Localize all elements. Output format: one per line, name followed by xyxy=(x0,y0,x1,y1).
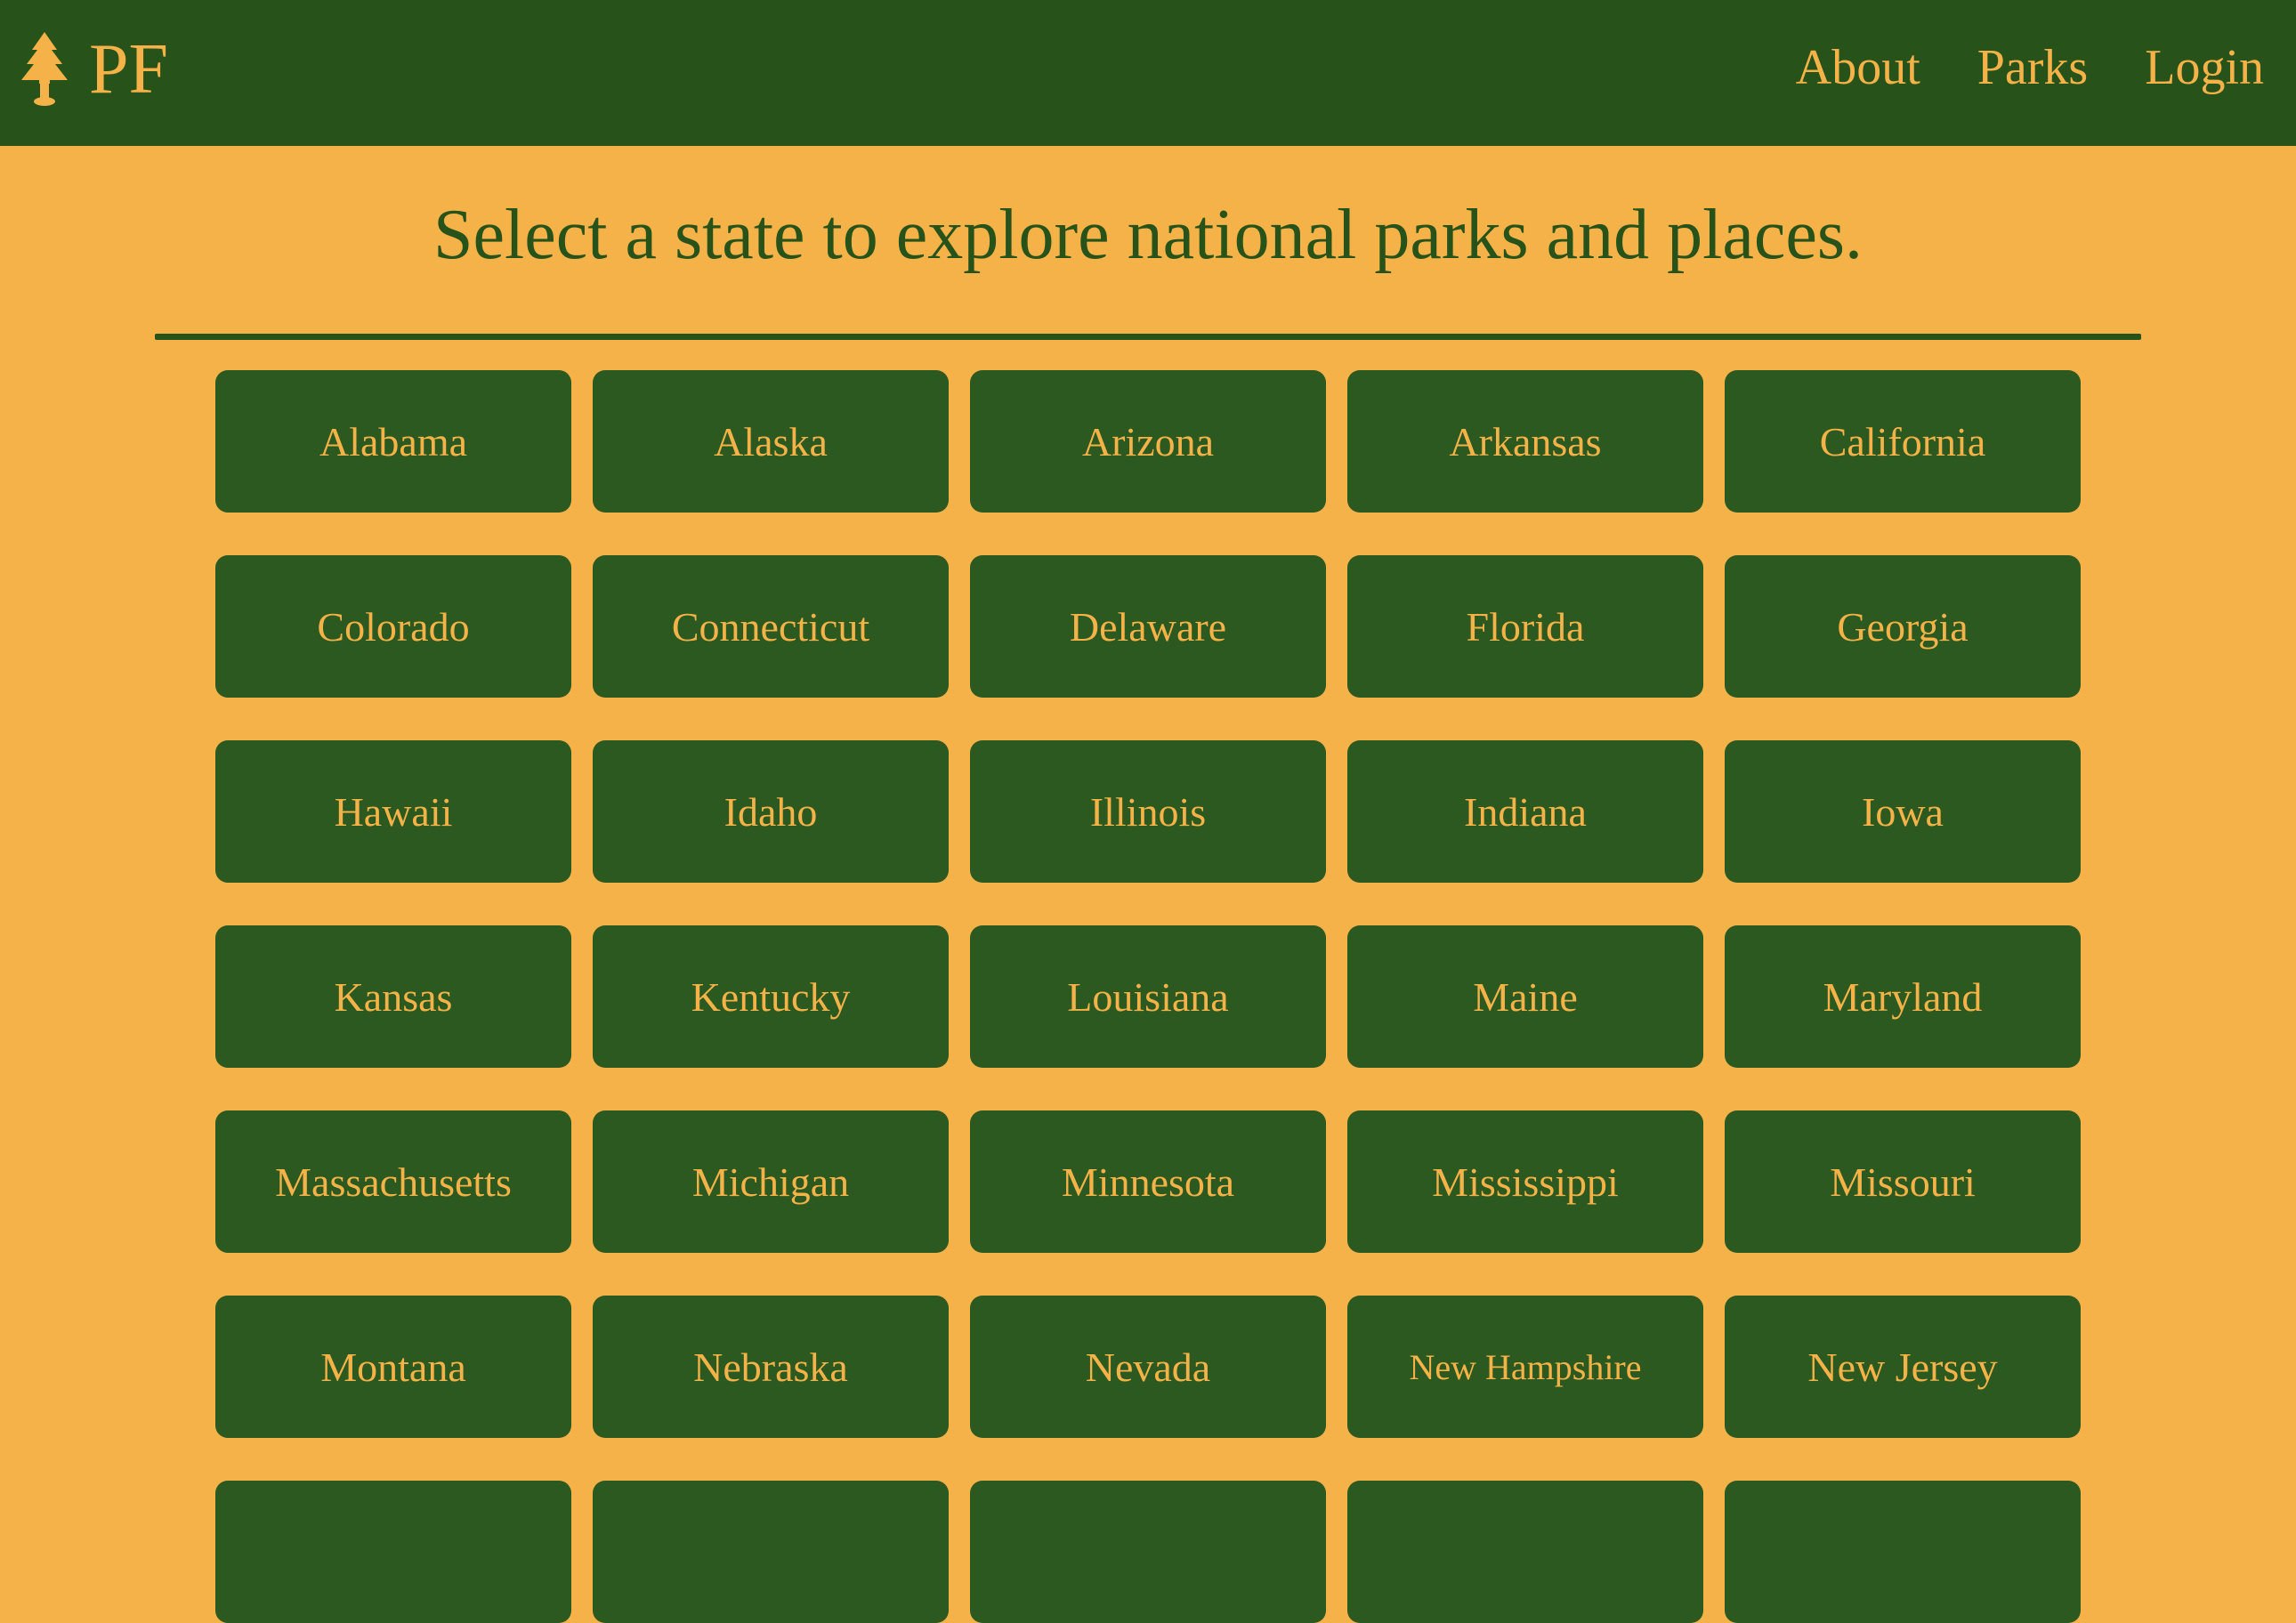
state-button-arkansas[interactable]: Arkansas xyxy=(1347,370,1703,513)
state-button-colorado[interactable]: Colorado xyxy=(215,555,571,698)
nav-link-login[interactable]: Login xyxy=(2145,36,2264,100)
state-button-partial[interactable] xyxy=(593,1481,949,1623)
state-button-florida[interactable]: Florida xyxy=(1347,555,1703,698)
nav-link-about[interactable]: About xyxy=(1796,36,1920,100)
state-button-california[interactable]: California xyxy=(1725,370,2081,513)
state-button-minnesota[interactable]: Minnesota xyxy=(970,1110,1326,1253)
state-button-georgia[interactable]: Georgia xyxy=(1725,555,2081,698)
state-button-iowa[interactable]: Iowa xyxy=(1725,740,2081,883)
state-button-montana[interactable]: Montana xyxy=(215,1296,571,1438)
state-button-new-hampshire[interactable]: New Hampshire xyxy=(1347,1296,1703,1438)
nav-link-parks[interactable]: Parks xyxy=(1977,36,2088,100)
state-button-new-jersey[interactable]: New Jersey xyxy=(1725,1296,2081,1438)
state-button-missouri[interactable]: Missouri xyxy=(1725,1110,2081,1253)
state-button-partial[interactable] xyxy=(970,1481,1326,1623)
state-grid: Alabama Alaska Arizona Arkansas Californ… xyxy=(215,370,2081,1623)
brand-logo-link[interactable]: PF xyxy=(18,25,168,114)
state-button-nebraska[interactable]: Nebraska xyxy=(593,1296,949,1438)
top-navbar: PF About Parks Login xyxy=(0,0,2296,146)
state-button-kansas[interactable]: Kansas xyxy=(215,925,571,1068)
state-button-mississippi[interactable]: Mississippi xyxy=(1347,1110,1703,1253)
state-button-maryland[interactable]: Maryland xyxy=(1725,925,2081,1068)
nav-links: About Parks Login xyxy=(1796,36,2264,100)
state-button-alabama[interactable]: Alabama xyxy=(215,370,571,513)
state-button-partial[interactable] xyxy=(1725,1481,2081,1623)
state-button-alaska[interactable]: Alaska xyxy=(593,370,949,513)
brand-name: PF xyxy=(89,30,168,109)
state-button-louisiana[interactable]: Louisiana xyxy=(970,925,1326,1068)
page-title: Select a state to explore national parks… xyxy=(433,196,1863,274)
state-button-delaware[interactable]: Delaware xyxy=(970,555,1326,698)
title-divider xyxy=(155,334,2141,340)
state-button-hawaii[interactable]: Hawaii xyxy=(215,740,571,883)
state-button-partial[interactable] xyxy=(215,1481,571,1623)
state-button-illinois[interactable]: Illinois xyxy=(970,740,1326,883)
state-button-massachusetts[interactable]: Massachusetts xyxy=(215,1110,571,1253)
state-button-michigan[interactable]: Michigan xyxy=(593,1110,949,1253)
state-button-connecticut[interactable]: Connecticut xyxy=(593,555,949,698)
state-button-nevada[interactable]: Nevada xyxy=(970,1296,1326,1438)
state-button-partial[interactable] xyxy=(1347,1481,1703,1623)
state-button-indiana[interactable]: Indiana xyxy=(1347,740,1703,883)
state-button-idaho[interactable]: Idaho xyxy=(593,740,949,883)
state-button-arizona[interactable]: Arizona xyxy=(970,370,1326,513)
state-button-kentucky[interactable]: Kentucky xyxy=(593,925,949,1068)
state-button-maine[interactable]: Maine xyxy=(1347,925,1703,1068)
pine-tree-icon xyxy=(21,32,68,106)
